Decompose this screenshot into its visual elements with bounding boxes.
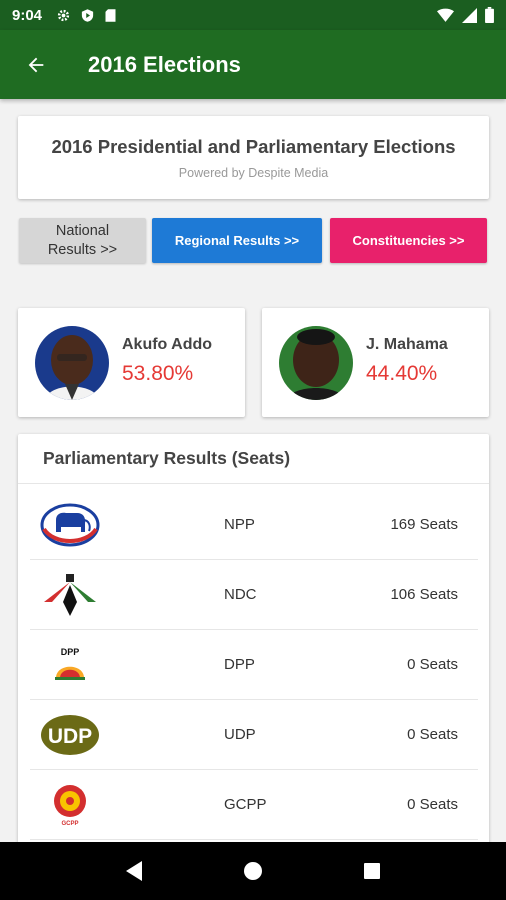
settings-icon xyxy=(57,9,70,21)
candidate-card-j-mahama[interactable]: J. Mahama 44.40% xyxy=(262,308,489,417)
party-row-ndc[interactable]: NDC 106 Seats xyxy=(30,560,478,630)
app-bar-title: 2016 Elections xyxy=(88,51,241,77)
national-results-label-line1: National xyxy=(55,222,110,239)
candidate-avatar xyxy=(35,325,109,400)
app-bar: 2016 Elections xyxy=(0,30,506,99)
party-seats: 169 Seats xyxy=(390,516,458,533)
party-row-gcpp[interactable]: GCPP GCPP 0 Seats xyxy=(30,770,478,840)
main-content: 2016 Presidential and Parliamentary Elec… xyxy=(0,99,506,842)
sd-card-icon xyxy=(105,8,116,22)
candidate-percent: 44.40% xyxy=(366,361,438,385)
circle-home-icon xyxy=(243,862,262,880)
national-results-label: National Results >> xyxy=(48,222,117,260)
party-row-npp[interactable]: NPP 169 Seats xyxy=(30,490,478,560)
page-subtitle: Powered by Despite Media xyxy=(178,166,329,180)
party-name: GCPP xyxy=(224,796,267,813)
ndc-logo-icon xyxy=(35,565,105,625)
arrow-back-icon xyxy=(28,57,44,72)
party-seats: 0 Seats xyxy=(407,656,458,673)
candidate-card-akufo-addo[interactable]: Akufo Addo 53.80% xyxy=(18,308,245,417)
status-time: 9:04 xyxy=(12,6,43,24)
national-results-button[interactable]: National Results >> xyxy=(19,218,146,263)
candidate-name: J. Mahama xyxy=(366,335,448,353)
npp-logo-icon xyxy=(35,495,105,555)
candidate-avatar xyxy=(279,325,353,400)
triangle-back-icon xyxy=(126,861,143,881)
wifi-icon xyxy=(437,8,454,22)
parliamentary-results-card: Parliamentary Results (Seats) NPP 169 Se… xyxy=(18,434,489,842)
status-bar: 9:04 xyxy=(0,0,506,30)
cell-signal-icon xyxy=(462,7,477,23)
back-button[interactable] xyxy=(16,45,56,85)
play-protect-icon xyxy=(81,8,94,22)
square-recents-icon xyxy=(363,863,380,879)
page-title: 2016 Presidential and Parliamentary Elec… xyxy=(51,136,456,157)
party-name: UDP xyxy=(224,726,256,743)
candidate-percent: 53.80% xyxy=(122,361,194,385)
nav-home-button[interactable] xyxy=(233,851,273,891)
party-row-udp[interactable]: UDP UDP 0 Seats xyxy=(30,700,478,770)
candidate-name: Akufo Addo xyxy=(122,335,213,353)
nav-back-button[interactable] xyxy=(114,851,154,891)
udp-logo-icon: UDP xyxy=(35,705,105,765)
party-name: NPP xyxy=(224,516,255,533)
national-results-label-line2: Results >> xyxy=(47,241,118,258)
party-name: NDC xyxy=(224,586,257,603)
party-row-dpp[interactable]: DPP DPP 0 Seats xyxy=(30,630,478,700)
header-card: 2016 Presidential and Parliamentary Elec… xyxy=(18,116,489,199)
party-seats: 0 Seats xyxy=(407,726,458,743)
party-seats: 106 Seats xyxy=(390,586,458,603)
party-seats: 0 Seats xyxy=(407,796,458,813)
navigation-bar xyxy=(0,842,506,900)
dpp-logo-icon: DPP xyxy=(35,635,105,695)
parliamentary-results-title: Parliamentary Results (Seats) xyxy=(18,434,489,484)
constituencies-button[interactable]: Constituencies >> xyxy=(330,218,487,263)
gcpp-logo-text: GCPP xyxy=(61,821,78,827)
gcpp-logo-icon: GCPP xyxy=(35,775,105,835)
party-name: DPP xyxy=(224,656,255,673)
dpp-logo-text: DPP xyxy=(61,647,80,657)
udp-logo-text: UDP xyxy=(48,725,92,748)
battery-icon xyxy=(485,7,494,23)
nav-recents-button[interactable] xyxy=(352,851,392,891)
regional-results-button[interactable]: Regional Results >> xyxy=(152,218,322,263)
